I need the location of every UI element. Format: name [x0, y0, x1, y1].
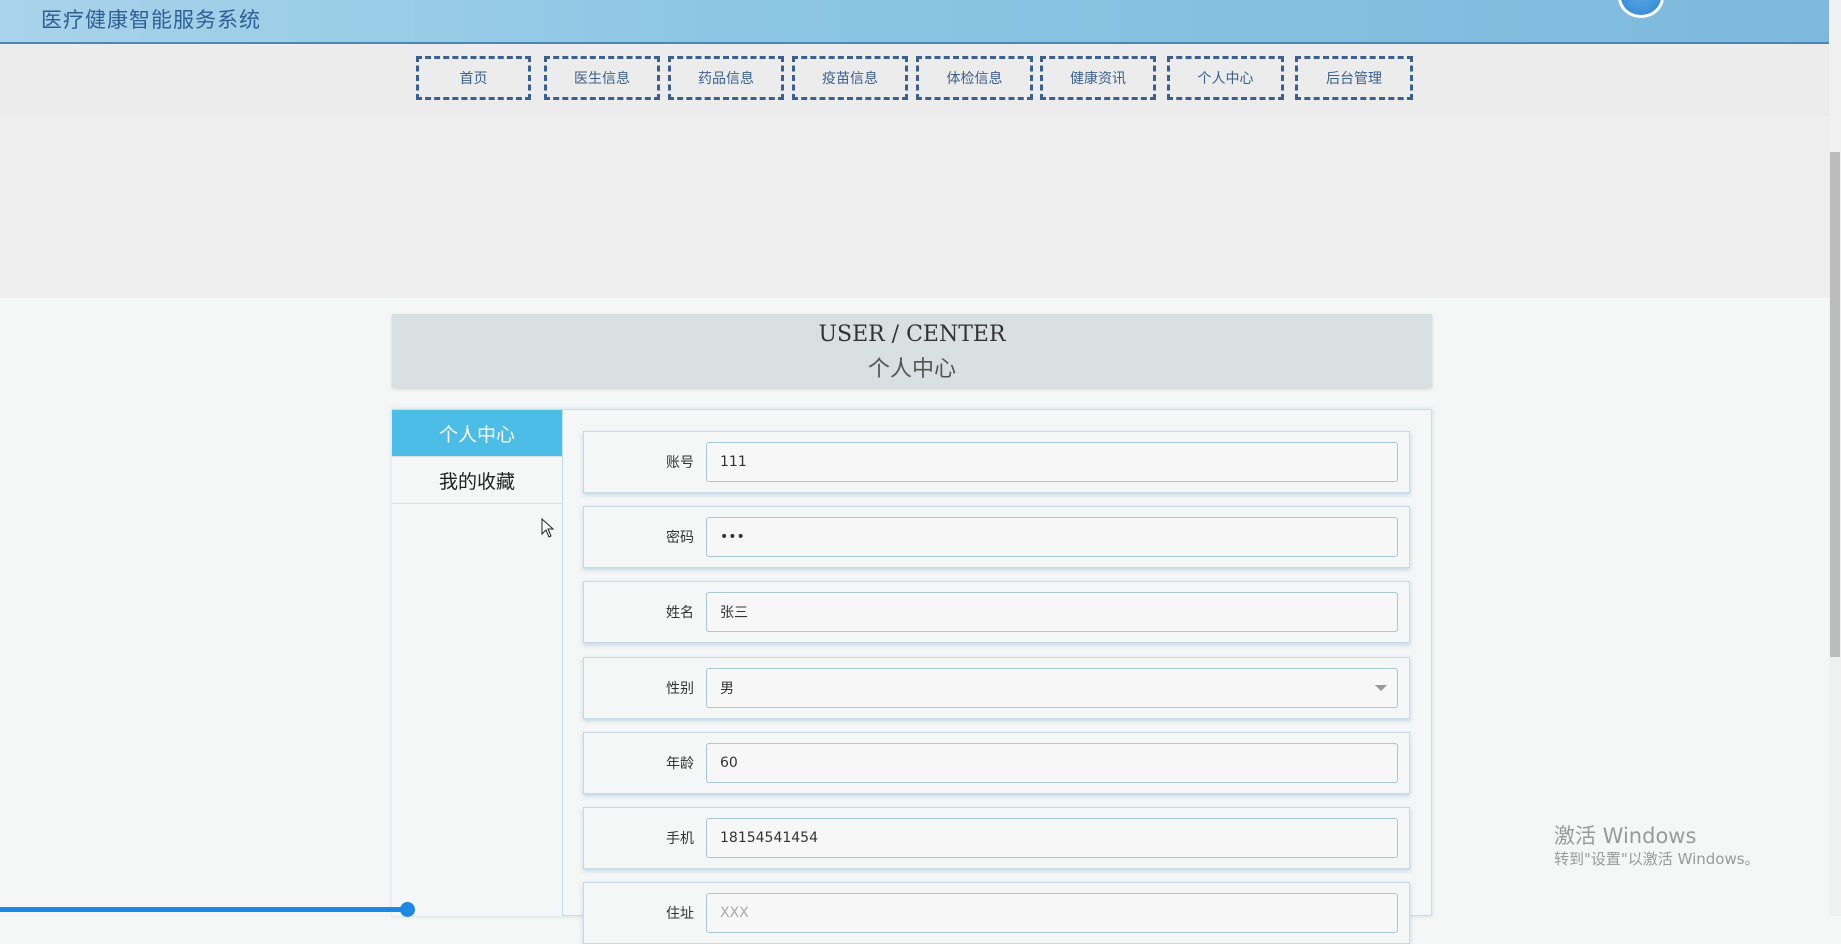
chevron-down-icon	[1375, 685, 1387, 691]
account-label: 账号	[666, 455, 694, 471]
form-row-phone: 手机 18154541454	[583, 807, 1410, 869]
phone-label: 手机	[666, 831, 694, 847]
account-input[interactable]: 111	[706, 442, 1398, 482]
name-label: 姓名	[666, 605, 694, 621]
nav-banner	[0, 44, 1829, 298]
nav-vaccines[interactable]: 疫苗信息	[792, 56, 908, 100]
sidebar-item-favorites[interactable]: 我的收藏	[392, 457, 562, 504]
sidebar: 个人中心 我的收藏	[392, 410, 563, 916]
nav-user-center[interactable]: 个人中心	[1167, 56, 1284, 100]
password-input[interactable]: •••	[706, 517, 1398, 557]
nav-stripe	[0, 44, 1829, 116]
nav-doctors[interactable]: 医生信息	[544, 56, 660, 100]
form-row-gender: 性别 男	[583, 657, 1410, 719]
top-header: 医疗健康智能服务系统	[0, 0, 1829, 44]
gender-select[interactable]: 男	[706, 668, 1398, 708]
gender-selected-value: 男	[720, 681, 734, 697]
vertical-scrollbar[interactable]	[1829, 0, 1841, 916]
nav-admin[interactable]: 后台管理	[1295, 56, 1413, 100]
sidebar-item-user-center[interactable]: 个人中心	[392, 410, 562, 457]
form-row-address: 住址 XXX	[583, 882, 1410, 944]
nav-medicines[interactable]: 药品信息	[668, 56, 784, 100]
phone-input[interactable]: 18154541454	[706, 818, 1398, 858]
form-row-account: 账号 111	[583, 431, 1410, 493]
windows-activation-title: 激活 Windows	[1554, 824, 1697, 848]
site-title: 医疗健康智能服务系统	[41, 8, 261, 32]
nav-health-news[interactable]: 健康资讯	[1040, 56, 1156, 100]
form-row-name: 姓名 张三	[583, 581, 1410, 643]
age-input[interactable]: 60	[706, 743, 1398, 783]
user-avatar[interactable]	[1618, 0, 1664, 18]
nav-checkups[interactable]: 体检信息	[916, 56, 1033, 100]
name-input[interactable]: 张三	[706, 592, 1398, 632]
address-input[interactable]: XXX	[706, 893, 1398, 933]
windows-activation-hint: 转到"设置"以激活 Windows。	[1554, 850, 1760, 868]
mouse-cursor-icon	[541, 518, 555, 538]
password-label: 密码	[666, 530, 694, 546]
section-title-en: USER / CENTER	[818, 322, 1006, 347]
form-row-password: 密码 •••	[583, 506, 1410, 568]
scrollbar-thumb[interactable]	[1830, 152, 1840, 657]
section-title-cn: 个人中心	[867, 357, 956, 382]
form-row-age: 年龄 60	[583, 732, 1410, 794]
progress-handle[interactable]	[400, 902, 415, 917]
nav-home[interactable]: 首页	[416, 56, 531, 100]
section-header: USER / CENTER 个人中心	[392, 314, 1432, 388]
age-label: 年龄	[666, 756, 694, 772]
video-progress-bar[interactable]	[0, 907, 408, 912]
gender-label: 性别	[666, 681, 694, 697]
address-label: 住址	[666, 906, 694, 922]
